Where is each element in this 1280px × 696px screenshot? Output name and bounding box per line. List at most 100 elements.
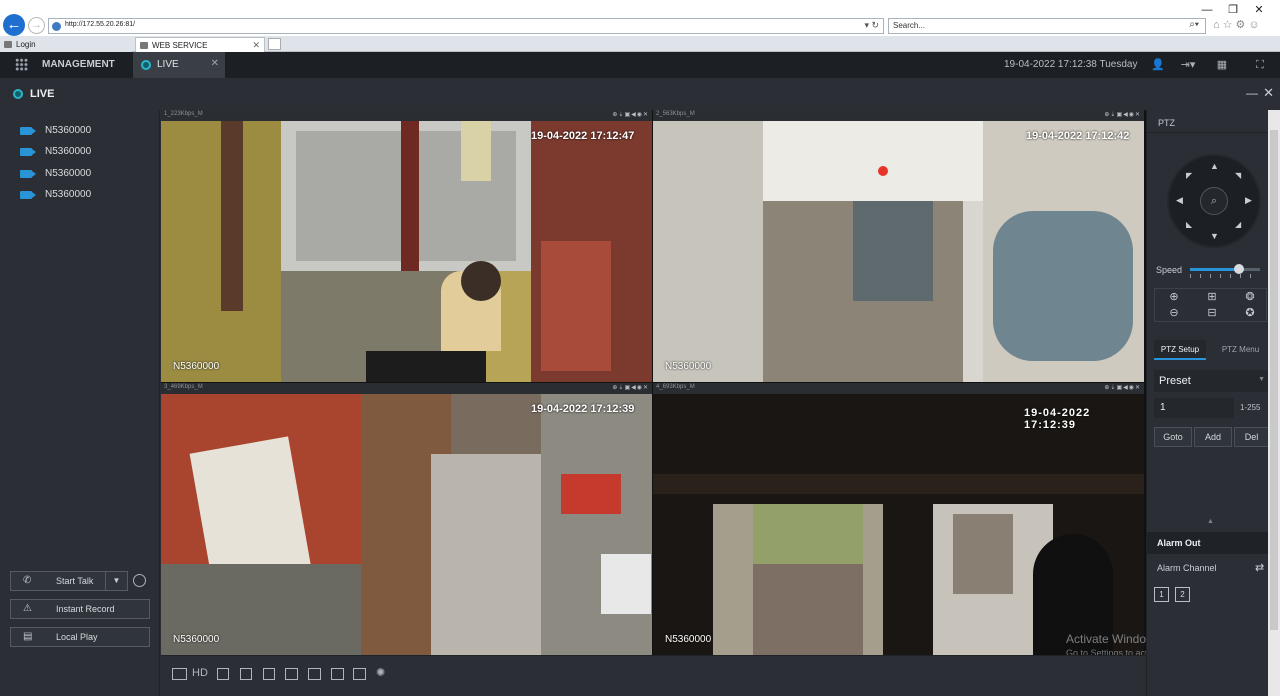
talk-status-icon[interactable]: [133, 574, 146, 587]
video-cell-4[interactable]: 4_693Kbps_M ⊕⇣▣◀◉✕ 19-04-2022 17:12:39 N…: [653, 383, 1144, 655]
fit-screen-icon[interactable]: [240, 668, 252, 680]
user-icon[interactable]: 👤: [1150, 57, 1166, 73]
app-top-bar: MANAGEMENT LIVE ✕ 19-04-2022 17:12:38 Tu…: [0, 52, 1280, 78]
page-title: LIVE: [30, 88, 55, 100]
search-placeholder: Search...: [893, 21, 926, 30]
site-icon: [52, 22, 61, 31]
focus-near-icon[interactable]: ⊞: [1193, 289, 1231, 305]
tab-ptz-setup[interactable]: PTZ Setup: [1154, 340, 1206, 360]
minimize-icon[interactable]: —: [1246, 86, 1258, 100]
add-button[interactable]: Add: [1194, 427, 1232, 447]
video-cell-2[interactable]: 2_563Kbps_M ⊕⇣▣◀◉✕ 19-04-2022 17:12:42 N…: [653, 110, 1144, 382]
layout-9-icon[interactable]: [331, 668, 344, 680]
scrollbar-thumb[interactable]: [1270, 130, 1278, 630]
back-arrow-icon[interactable]: ←: [3, 14, 25, 36]
alarm-toggle-icon[interactable]: ⇄: [1255, 561, 1264, 574]
channel-sidebar: N5360000 N5360000 N5360000 N5360000 ✆ St…: [0, 110, 160, 696]
osd-timestamp: 19-04-2022 17:12:39: [1024, 407, 1091, 431]
iris-close-icon[interactable]: ✪: [1231, 305, 1269, 321]
address-bar[interactable]: http://172.55.20.26:81/ ▾ ↻: [48, 18, 884, 34]
tab-live-label: LIVE: [157, 59, 179, 70]
collapse-up-icon[interactable]: ▲: [1207, 518, 1214, 525]
forward-arrow-icon[interactable]: →: [28, 17, 45, 34]
arrow-down-right-icon[interactable]: ◢: [1235, 220, 1241, 229]
zoom-out-icon[interactable]: ⊖: [1155, 305, 1193, 321]
layout-4-icon[interactable]: [308, 668, 321, 680]
browser-search-input[interactable]: Search... ⌕▾: [888, 18, 1206, 34]
start-talk-button[interactable]: ✆ Start Talk ▼: [10, 571, 128, 591]
layout-custom-icon[interactable]: [353, 668, 366, 680]
live-dot-icon: [13, 89, 23, 99]
cell-tools-icon[interactable]: ⊕⇣▣◀◉✕: [612, 111, 649, 118]
osd-timestamp: 19-04-2022 17:12:42: [1026, 130, 1130, 142]
refresh-icon[interactable]: ▾ ↻: [864, 20, 879, 31]
video-cell-3[interactable]: 3_469Kbps_M ⊕⇣▣◀◉✕ 19-04-2022 17:12:39 N…: [161, 383, 652, 655]
speed-slider[interactable]: [1190, 264, 1260, 274]
minimize-icon[interactable]: —: [1194, 4, 1220, 16]
phone-icon: ✆: [23, 575, 32, 586]
tab-live[interactable]: LIVE ✕: [133, 52, 225, 78]
arrow-up-icon[interactable]: ▲: [1210, 161, 1219, 171]
arrow-up-left-icon[interactable]: ◤: [1186, 171, 1192, 180]
instant-record-button[interactable]: ⚠ Instant Record: [10, 599, 150, 619]
layout-1-icon[interactable]: [263, 668, 275, 680]
goto-button[interactable]: Goto: [1154, 427, 1192, 447]
tab-close-icon[interactable]: ✕: [252, 40, 260, 51]
close-icon[interactable]: ✕: [1246, 3, 1272, 16]
alarm-out-title: Alarm Out: [1157, 538, 1201, 548]
page-scrollbar[interactable]: [1268, 110, 1280, 696]
hd-toggle[interactable]: HD: [192, 667, 208, 679]
cell-tools-icon[interactable]: ⊕⇣▣◀◉✕: [1104, 111, 1141, 118]
tab-ptz-menu[interactable]: PTZ Menu: [1212, 340, 1269, 360]
zoom-in-icon[interactable]: ⊕: [1155, 289, 1193, 305]
layout-single-icon[interactable]: [285, 668, 298, 680]
preset-select[interactable]: Preset ▼: [1154, 370, 1269, 392]
restore-icon[interactable]: ❐: [1220, 3, 1246, 16]
video-cell-1[interactable]: 1_223Kbps_M ⊕⇣▣◀◉✕ 19-04-2022 17:12:47 N…: [161, 110, 652, 382]
osd-channel-name: N5360000: [665, 361, 712, 372]
layout-icon[interactable]: ▦: [1214, 57, 1230, 73]
search-icon[interactable]: ⌕▾: [1189, 19, 1199, 30]
fullscreen-icon[interactable]: ⛶: [1252, 57, 1268, 73]
ptz-center-zoom-icon[interactable]: ⌕: [1200, 187, 1228, 215]
talk-dropdown-icon[interactable]: ▼: [105, 572, 127, 590]
ptz-panel: PTZ ▲ ▼ ◀ ▶ ◤ ◥ ◣ ◢ ⌕ Speed ⊕ ⊞ ❂ ⊖ ⊟ ✪ …: [1146, 110, 1269, 696]
delete-button[interactable]: Del: [1234, 427, 1269, 447]
speed-slider-handle[interactable]: [1234, 264, 1244, 274]
arrow-up-right-icon[interactable]: ◥: [1235, 171, 1241, 180]
tab-close-icon[interactable]: ✕: [211, 58, 219, 69]
aspect-ratio-icon[interactable]: [172, 668, 187, 680]
apps-grid-icon[interactable]: [15, 58, 28, 71]
preset-range: 1-255: [1240, 403, 1261, 412]
close-icon[interactable]: ✕: [1263, 85, 1274, 101]
cell-status-bar: 2_563Kbps_M ⊕⇣▣◀◉✕: [653, 110, 1144, 121]
preset-number-input[interactable]: 1: [1154, 398, 1234, 418]
browser-icons[interactable]: ⌂☆⚙☺: [1213, 18, 1263, 31]
arrow-down-icon[interactable]: ▼: [1210, 231, 1219, 241]
arrow-left-icon[interactable]: ◀: [1176, 195, 1183, 206]
live-dot-icon: [141, 60, 151, 70]
arrow-right-icon[interactable]: ▶: [1245, 195, 1252, 206]
settings-icon[interactable]: ✺: [376, 666, 385, 679]
focus-far-icon[interactable]: ⊟: [1193, 305, 1231, 321]
warning-icon: ⚠: [23, 603, 32, 614]
browser-tab-login[interactable]: Login: [0, 37, 132, 52]
ptz-direction-pad[interactable]: ▲ ▼ ◀ ▶ ◤ ◥ ◣ ◢ ⌕: [1167, 154, 1261, 248]
local-play-button[interactable]: ▤ Local Play: [10, 627, 150, 647]
new-tab-button[interactable]: [268, 38, 281, 50]
cell-tools-icon[interactable]: ⊕⇣▣◀◉✕: [1104, 384, 1141, 391]
browser-tab-web-service[interactable]: WEB SERVICE ✕: [135, 37, 265, 52]
management-menu[interactable]: MANAGEMENT: [42, 59, 115, 70]
logout-icon[interactable]: ⇥▾: [1180, 57, 1196, 73]
datetime: 19-04-2022 17:12:38 Tuesday: [1004, 59, 1138, 70]
tab-favicon-icon: [140, 42, 148, 49]
iris-open-icon[interactable]: ❂: [1231, 289, 1269, 305]
alarm-channel-2-button[interactable]: 2: [1175, 587, 1190, 602]
camera-feed: 19-04-2022 17:12:39 N5360000: [161, 394, 652, 655]
arrow-down-left-icon[interactable]: ◣: [1186, 220, 1192, 229]
cell-status-bar: 3_469Kbps_M ⊕⇣▣◀◉✕: [161, 383, 652, 394]
stream-icon[interactable]: [217, 668, 229, 680]
view-toolbar: HD ✺: [161, 655, 1146, 693]
cell-tools-icon[interactable]: ⊕⇣▣◀◉✕: [612, 384, 649, 391]
alarm-channel-1-button[interactable]: 1: [1154, 587, 1169, 602]
